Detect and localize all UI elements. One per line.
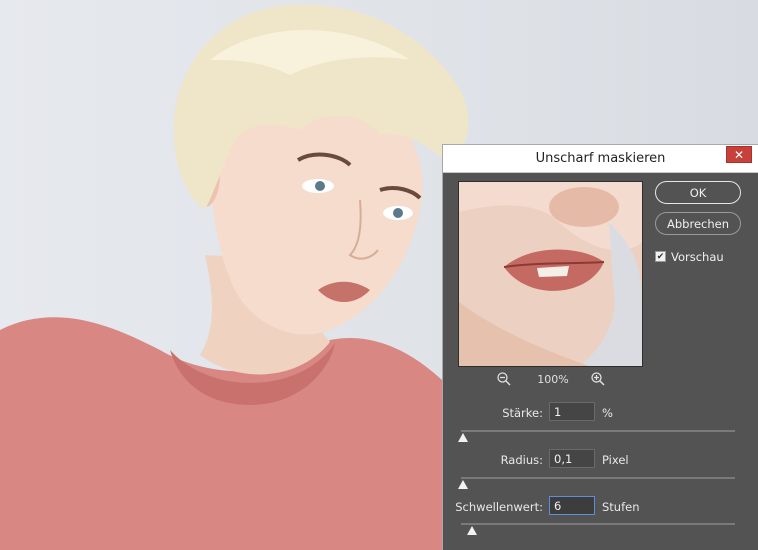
amount-unit: % (602, 406, 613, 420)
zoom-level: 100% (537, 373, 569, 386)
close-button[interactable]: ✕ (726, 146, 752, 163)
amount-input[interactable]: 1 (549, 402, 595, 421)
preview-checkbox[interactable]: ✔ (655, 251, 666, 262)
zoom-controls: 100% (458, 371, 641, 389)
amount-label: Stärke: (502, 406, 543, 420)
threshold-unit: Stufen (602, 500, 640, 514)
ok-button[interactable]: OK (655, 181, 741, 204)
radius-label: Radius: (500, 453, 543, 467)
amount-slider-track[interactable] (461, 430, 735, 432)
threshold-input[interactable]: 6 (549, 496, 595, 515)
radius-slider-track[interactable] (461, 477, 735, 479)
zoom-in-icon[interactable] (590, 371, 606, 387)
preview-image-content (459, 182, 642, 366)
radius-unit: Pixel (602, 453, 629, 467)
threshold-label: Schwellenwert: (455, 500, 543, 514)
threshold-slider-thumb[interactable] (467, 526, 477, 535)
cancel-button[interactable]: Abbrechen (655, 212, 741, 235)
radius-input[interactable]: 0,1 (549, 449, 595, 468)
radius-slider-thumb[interactable] (458, 480, 468, 489)
preview-image[interactable] (458, 181, 643, 367)
zoom-out-icon[interactable] (496, 371, 512, 387)
threshold-slider-track[interactable] (461, 523, 735, 525)
unsharp-mask-dialog: Unscharf maskieren ✕ 100% OK Abbrechen ✔… (442, 144, 758, 550)
amount-slider-thumb[interactable] (458, 433, 468, 442)
dialog-titlebar[interactable]: Unscharf maskieren ✕ (443, 145, 758, 173)
preview-checkbox-label: Vorschau (671, 250, 724, 264)
dialog-title: Unscharf maskieren (535, 151, 666, 166)
